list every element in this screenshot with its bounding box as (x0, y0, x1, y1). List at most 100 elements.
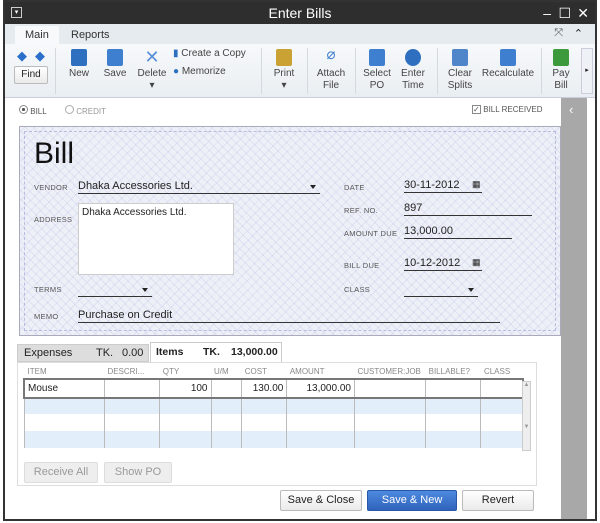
calendar-icon[interactable]: ▦ (472, 179, 481, 190)
table-cell[interactable] (353, 431, 426, 448)
tab-expenses[interactable]: Expenses TK. 0.00 (17, 344, 149, 362)
credit-radio[interactable]: CREDIT (65, 105, 106, 116)
memorize-button[interactable]: ● Memorize (173, 66, 226, 78)
terms-field[interactable] (78, 282, 152, 297)
table-cell[interactable] (159, 397, 211, 414)
collapse-ribbon-icon[interactable]: ⌃ (574, 27, 583, 40)
bill-due-field[interactable]: 10-12-2012 (404, 256, 482, 271)
table-cell[interactable]: 130.00 (241, 380, 287, 397)
show-po-button[interactable]: Show PO (104, 462, 172, 483)
prev-arrow-icon[interactable]: ◆ (17, 48, 27, 64)
bill-received-checkbox[interactable]: ✓ BILL RECEIVED (472, 105, 543, 114)
table-cell[interactable] (425, 380, 481, 397)
minimize-icon[interactable]: – (543, 2, 551, 24)
memo-field[interactable]: Purchase on Credit (78, 308, 500, 323)
table-cell[interactable] (480, 380, 522, 397)
tab-main[interactable]: Main (15, 26, 59, 44)
enter-time-button[interactable]: Enter Time (397, 49, 429, 92)
vendor-field[interactable]: Dhaka Accessories Ltd. (78, 179, 320, 194)
calendar-icon[interactable]: ▦ (472, 257, 481, 268)
delete-button[interactable]: ✕ Delete ▾ (135, 48, 169, 92)
table-cell[interactable]: Mouse (24, 380, 105, 397)
table-cell[interactable] (286, 414, 355, 431)
table-cell[interactable]: 13,000.00 (286, 380, 355, 397)
table-row[interactable] (24, 431, 522, 448)
expand-icon[interactable]: ⤧ (554, 27, 563, 40)
address-field[interactable]: Dhaka Accessories Ltd. (78, 203, 234, 275)
bill-radio[interactable]: BILL (19, 105, 47, 116)
amount-due-field[interactable]: 13,000.00 (404, 224, 512, 239)
table-cell[interactable] (159, 414, 211, 431)
table-cell[interactable] (480, 414, 522, 431)
column-header[interactable]: ITEM (25, 363, 105, 380)
table-cell[interactable] (210, 414, 242, 431)
table-cell[interactable] (103, 380, 160, 397)
column-header[interactable]: COST (242, 363, 287, 380)
attach-file-button[interactable]: ⌀ Attach File (313, 47, 349, 92)
ribbon-scroll-right[interactable]: ▸ (581, 48, 593, 94)
table-cell[interactable] (103, 397, 160, 414)
column-header[interactable]: CLASS (481, 363, 522, 380)
save-new-button[interactable]: Save & New (367, 490, 457, 511)
table-cell[interactable] (24, 431, 105, 448)
table-cell[interactable] (210, 431, 242, 448)
table-cell[interactable] (241, 414, 287, 431)
clear-splits-button[interactable]: Clear Splits (443, 49, 477, 92)
tab-items[interactable]: Items TK. 13,000.00 (150, 342, 282, 363)
tab-reports[interactable]: Reports (61, 26, 120, 44)
table-row[interactable]: Mouse 100 130.00 13,000.00 (22, 378, 524, 399)
next-arrow-icon[interactable]: ◆ (35, 48, 45, 64)
table-cell[interactable] (353, 380, 426, 397)
table-cell[interactable] (353, 414, 426, 431)
recalculate-button[interactable]: Recalculate (481, 49, 535, 80)
table-cell[interactable] (425, 397, 481, 414)
table-scrollbar[interactable]: ▲ ▼ (522, 381, 531, 451)
maximize-icon[interactable]: ☐ (558, 2, 571, 24)
column-header[interactable]: QTY (160, 363, 211, 380)
table-cell[interactable] (480, 397, 522, 414)
table-cell[interactable]: 100 (159, 380, 211, 397)
table-cell[interactable] (286, 397, 355, 414)
table-cell[interactable] (210, 397, 242, 414)
table-cell[interactable] (24, 397, 105, 414)
save-close-button[interactable]: Save & Close (280, 490, 362, 511)
revert-button[interactable]: Revert (462, 490, 534, 511)
column-header[interactable]: CUSTOMER:JOB (354, 363, 425, 380)
table-cell[interactable] (159, 431, 211, 448)
column-header[interactable]: DESCRI... (104, 363, 159, 380)
table-cell[interactable] (425, 414, 481, 431)
save-button[interactable]: Save (101, 49, 129, 80)
date-label: DATE (344, 183, 365, 192)
print-button[interactable]: Print ▾ (269, 49, 299, 92)
ref-no-field[interactable]: 897 (404, 201, 532, 216)
pay-bill-button[interactable]: Pay Bill (547, 49, 575, 92)
class-field[interactable] (404, 282, 478, 297)
receive-all-button[interactable]: Receive All (24, 462, 98, 483)
table-cell[interactable] (241, 431, 287, 448)
column-header[interactable]: U/M (211, 363, 242, 380)
table-cell[interactable] (241, 397, 287, 414)
table-cell[interactable] (103, 431, 160, 448)
create-copy-button[interactable]: ▮ Create a Copy (173, 48, 246, 60)
date-field[interactable]: 30-11-2012 (404, 178, 482, 193)
window-menu-icon[interactable]: ▾ (11, 7, 22, 18)
table-cell[interactable] (480, 431, 522, 448)
new-button[interactable]: New (65, 49, 93, 80)
history-panel-toggle[interactable]: ‹ (561, 98, 587, 519)
table-row[interactable] (24, 414, 522, 431)
table-row[interactable] (24, 397, 522, 414)
table-cell[interactable] (286, 431, 355, 448)
column-header[interactable]: AMOUNT (287, 363, 355, 380)
select-po-button[interactable]: Select PO (361, 49, 393, 92)
table-cell[interactable] (210, 380, 242, 397)
column-header[interactable]: BILLABLE? (426, 363, 481, 380)
table-cell[interactable] (425, 431, 481, 448)
find-button[interactable]: Find (14, 66, 48, 84)
ribbon-toolbar: ◆ ◆ Find New Save ✕ Delete ▾ ▮ Create a Co… (5, 44, 595, 98)
table-cell[interactable] (353, 397, 426, 414)
class-label: CLASS (344, 285, 371, 294)
table-cell[interactable] (24, 414, 105, 431)
table-cell[interactable] (103, 414, 160, 431)
close-icon[interactable]: ✕ (577, 2, 589, 24)
vendor-label: VENDOR (34, 183, 68, 192)
